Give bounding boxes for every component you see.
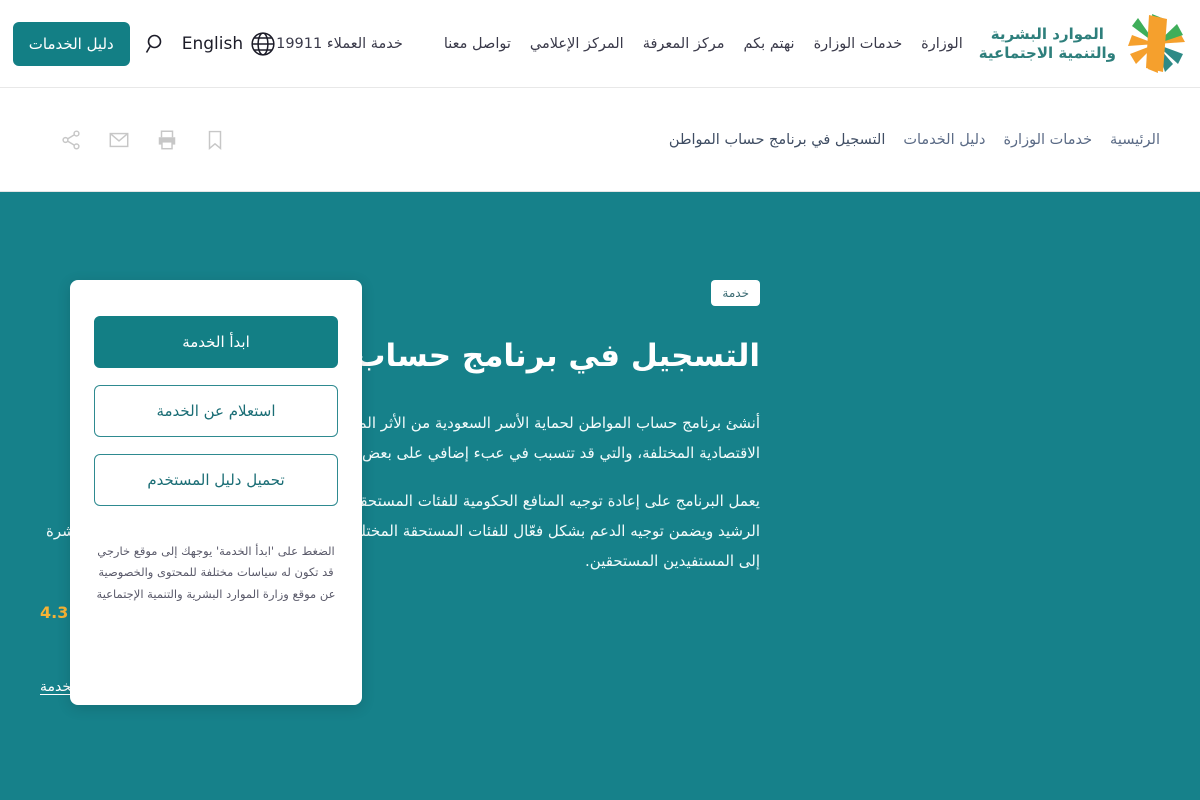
ministry-name-line1: الموارد البشرية <box>990 24 1104 43</box>
breadcrumb-services-guide[interactable]: دليل الخدمات <box>903 132 985 148</box>
nav-customer-service[interactable]: خدمة العملاء 19911 <box>276 36 403 52</box>
breadcrumb-bar: الرئيسية خدمات الوزارة دليل الخدمات التس… <box>0 88 1200 192</box>
breadcrumb-home[interactable]: الرئيسية <box>1110 132 1160 148</box>
ministry-logo[interactable]: الموارد البشرية والتنمية الاجتماعية <box>979 13 1186 75</box>
external-site-disclaimer: الضغط على 'ابدأ الخدمة' يوجهك إلى موقع خ… <box>96 544 336 601</box>
nav-media-center[interactable]: المركز الإعلامي <box>530 36 624 52</box>
nav-ministry-services[interactable]: خدمات الوزارة <box>814 36 903 52</box>
breadcrumb-current: التسجيل في برنامج حساب المواطن <box>668 131 886 148</box>
main-navigation: الوزارة خدمات الوزارة نهتم بكم مركز المع… <box>276 36 963 52</box>
breadcrumb: الرئيسية خدمات الوزارة دليل الخدمات التس… <box>669 132 1160 148</box>
download-user-guide-button[interactable]: تحميل دليل المستخدم <box>94 454 338 506</box>
bookmark-icon[interactable] <box>204 129 226 151</box>
ministry-starburst-icon <box>1128 13 1185 73</box>
service-action-card: ابدأ الخدمة استعلام عن الخدمة تحميل دليل… <box>70 280 362 705</box>
service-type-badge: خدمة <box>711 280 760 306</box>
nav-ministry[interactable]: الوزارة <box>921 36 963 52</box>
header-tools: English دليل الخدمات VISION 2030 KINGDOM… <box>0 14 276 74</box>
page-actions <box>60 129 226 151</box>
share-icon[interactable] <box>60 129 82 151</box>
hero-section: خدمة التسجيل في برنامج حساب المواطن أنشئ… <box>0 192 1200 800</box>
nav-we-care[interactable]: نهتم بكم <box>744 36 795 52</box>
breadcrumb-ministry-services[interactable]: خدمات الوزارة <box>1003 132 1092 148</box>
language-label: English <box>181 33 244 54</box>
start-service-button[interactable]: ابدأ الخدمة <box>94 316 338 368</box>
globe-icon <box>251 31 275 56</box>
email-icon[interactable] <box>108 129 130 151</box>
search-icon[interactable] <box>144 32 168 56</box>
nav-knowledge-center[interactable]: مركز المعرفة <box>643 36 725 52</box>
ministry-name: الموارد البشرية والتنمية الاجتماعية <box>979 25 1116 63</box>
ministry-name-line2: والتنمية الاجتماعية <box>978 43 1116 62</box>
nav-contact-us[interactable]: تواصل معنا <box>444 36 511 52</box>
inquire-service-button[interactable]: استعلام عن الخدمة <box>94 385 338 437</box>
print-icon[interactable] <box>156 129 178 151</box>
language-toggle[interactable]: English <box>182 31 276 57</box>
site-header: الموارد البشرية والتنمية الاجتماعية الوز… <box>0 0 1200 88</box>
services-guide-button[interactable]: دليل الخدمات <box>12 21 130 66</box>
